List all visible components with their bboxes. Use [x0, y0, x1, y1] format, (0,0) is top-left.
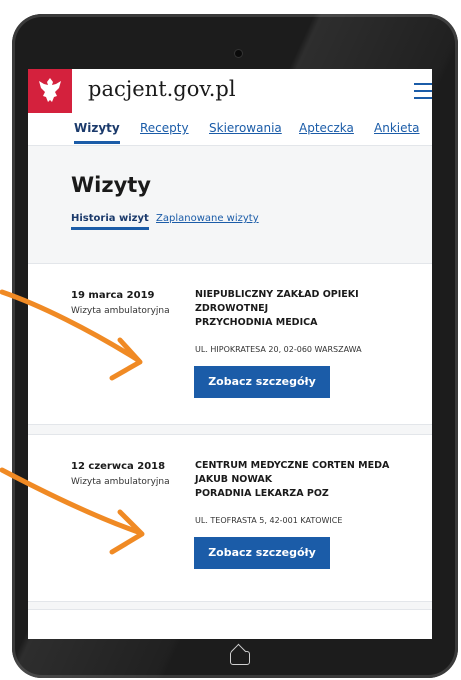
emblem-logo[interactable] [28, 69, 72, 113]
main-tabs: Wizyty Recepty Skierowania Apteczka Anki… [28, 113, 432, 146]
facility-name: CENTRUM MEDYCZNE CORTEN MEDA JAKUB NOWAK… [195, 460, 390, 499]
tab-recepty[interactable]: Recepty [140, 121, 189, 135]
facility-name: NIEPUBLICZNY ZAKŁAD OPIEKI ZDROWOTNEJ PR… [195, 289, 359, 328]
subtab-historia-wizyt[interactable]: Historia wizyt [71, 213, 149, 230]
visit-date: 19 marca 2019 [71, 290, 155, 301]
screen: pacjent.gov.pl Wizyty Recepty Skierowani… [28, 69, 432, 639]
visit-card: 12 czerwca 2018 Wizyta ambulatoryjna CEN… [28, 434, 432, 602]
visit-date: 12 czerwca 2018 [71, 461, 166, 472]
details-button[interactable]: Zobacz szczegóły [194, 537, 330, 569]
tab-apteczka[interactable]: Apteczka [299, 121, 354, 135]
facility-address: UL. TEOFRASTA 5, 42-001 KATOWICE [195, 516, 343, 525]
visit-kind: Wizyta ambulatoryjna [71, 306, 170, 316]
page-title: Wizyty [71, 173, 152, 197]
visit-card-partial [28, 609, 432, 639]
tab-skierowania[interactable]: Skierowania [209, 121, 282, 135]
tab-ankieta[interactable]: Ankieta [374, 121, 420, 135]
hamburger-menu-icon[interactable] [414, 81, 432, 101]
visit-card: 19 marca 2019 Wizyta ambulatoryjna NIEPU… [28, 263, 432, 425]
site-header: pacjent.gov.pl [28, 69, 432, 113]
camera-icon [235, 50, 242, 57]
tab-wizyty[interactable]: Wizyty [74, 121, 120, 144]
visit-kind: Wizyta ambulatoryjna [71, 477, 170, 487]
details-button[interactable]: Zobacz szczegóły [194, 366, 330, 398]
site-logo[interactable]: pacjent.gov.pl [88, 77, 236, 101]
subtab-zaplanowane-wizyty[interactable]: Zaplanowane wizyty [156, 213, 259, 224]
home-icon[interactable] [230, 651, 250, 665]
eagle-icon [39, 78, 61, 102]
facility-address: UL. HIPOKRATESA 20, 02-060 WARSZAWA [195, 345, 362, 354]
